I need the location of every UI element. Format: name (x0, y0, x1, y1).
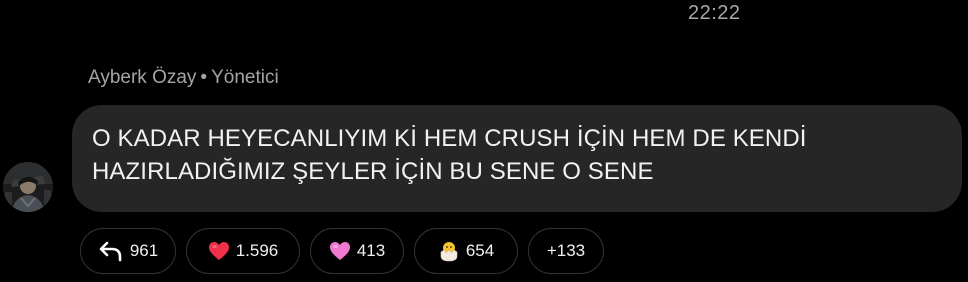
chick-count: 654 (465, 241, 495, 260)
more-reactions-button[interactable]: +133 (528, 228, 604, 274)
reaction-red-heart[interactable]: 1.596 (186, 228, 300, 274)
sender-line: Ayberk Özay • Yönetici (88, 67, 279, 89)
message-bubble[interactable]: O KADAR HEYECANLIYIM Kİ HEM CRUSH İÇİN H… (72, 105, 962, 212)
red-heart-icon (208, 241, 230, 261)
red-heart-count: 1.596 (235, 241, 279, 260)
separator-dot: • (200, 67, 208, 88)
reactions-bar: 961 1.596 413 654 +133 (80, 228, 604, 274)
reply-count-button[interactable]: 961 (80, 228, 176, 274)
pink-heart-icon (329, 241, 351, 261)
reply-count: 961 (129, 241, 159, 260)
sender-name[interactable]: Ayberk Özay (88, 67, 196, 88)
reply-icon (98, 240, 124, 262)
reaction-pink-heart[interactable]: 413 (310, 228, 404, 274)
sender-role: Yönetici (211, 67, 279, 88)
avatar-image (3, 162, 53, 212)
message-text: O KADAR HEYECANLIYIM Kİ HEM CRUSH İÇİN H… (92, 125, 807, 185)
message-timestamp: 22:22 (688, 2, 741, 24)
pink-heart-count: 413 (356, 241, 386, 260)
reaction-hatching-chick[interactable]: 654 (414, 228, 518, 274)
hatching-chick-icon (438, 240, 460, 262)
more-reactions-count: +133 (546, 241, 586, 260)
avatar[interactable] (3, 162, 53, 212)
